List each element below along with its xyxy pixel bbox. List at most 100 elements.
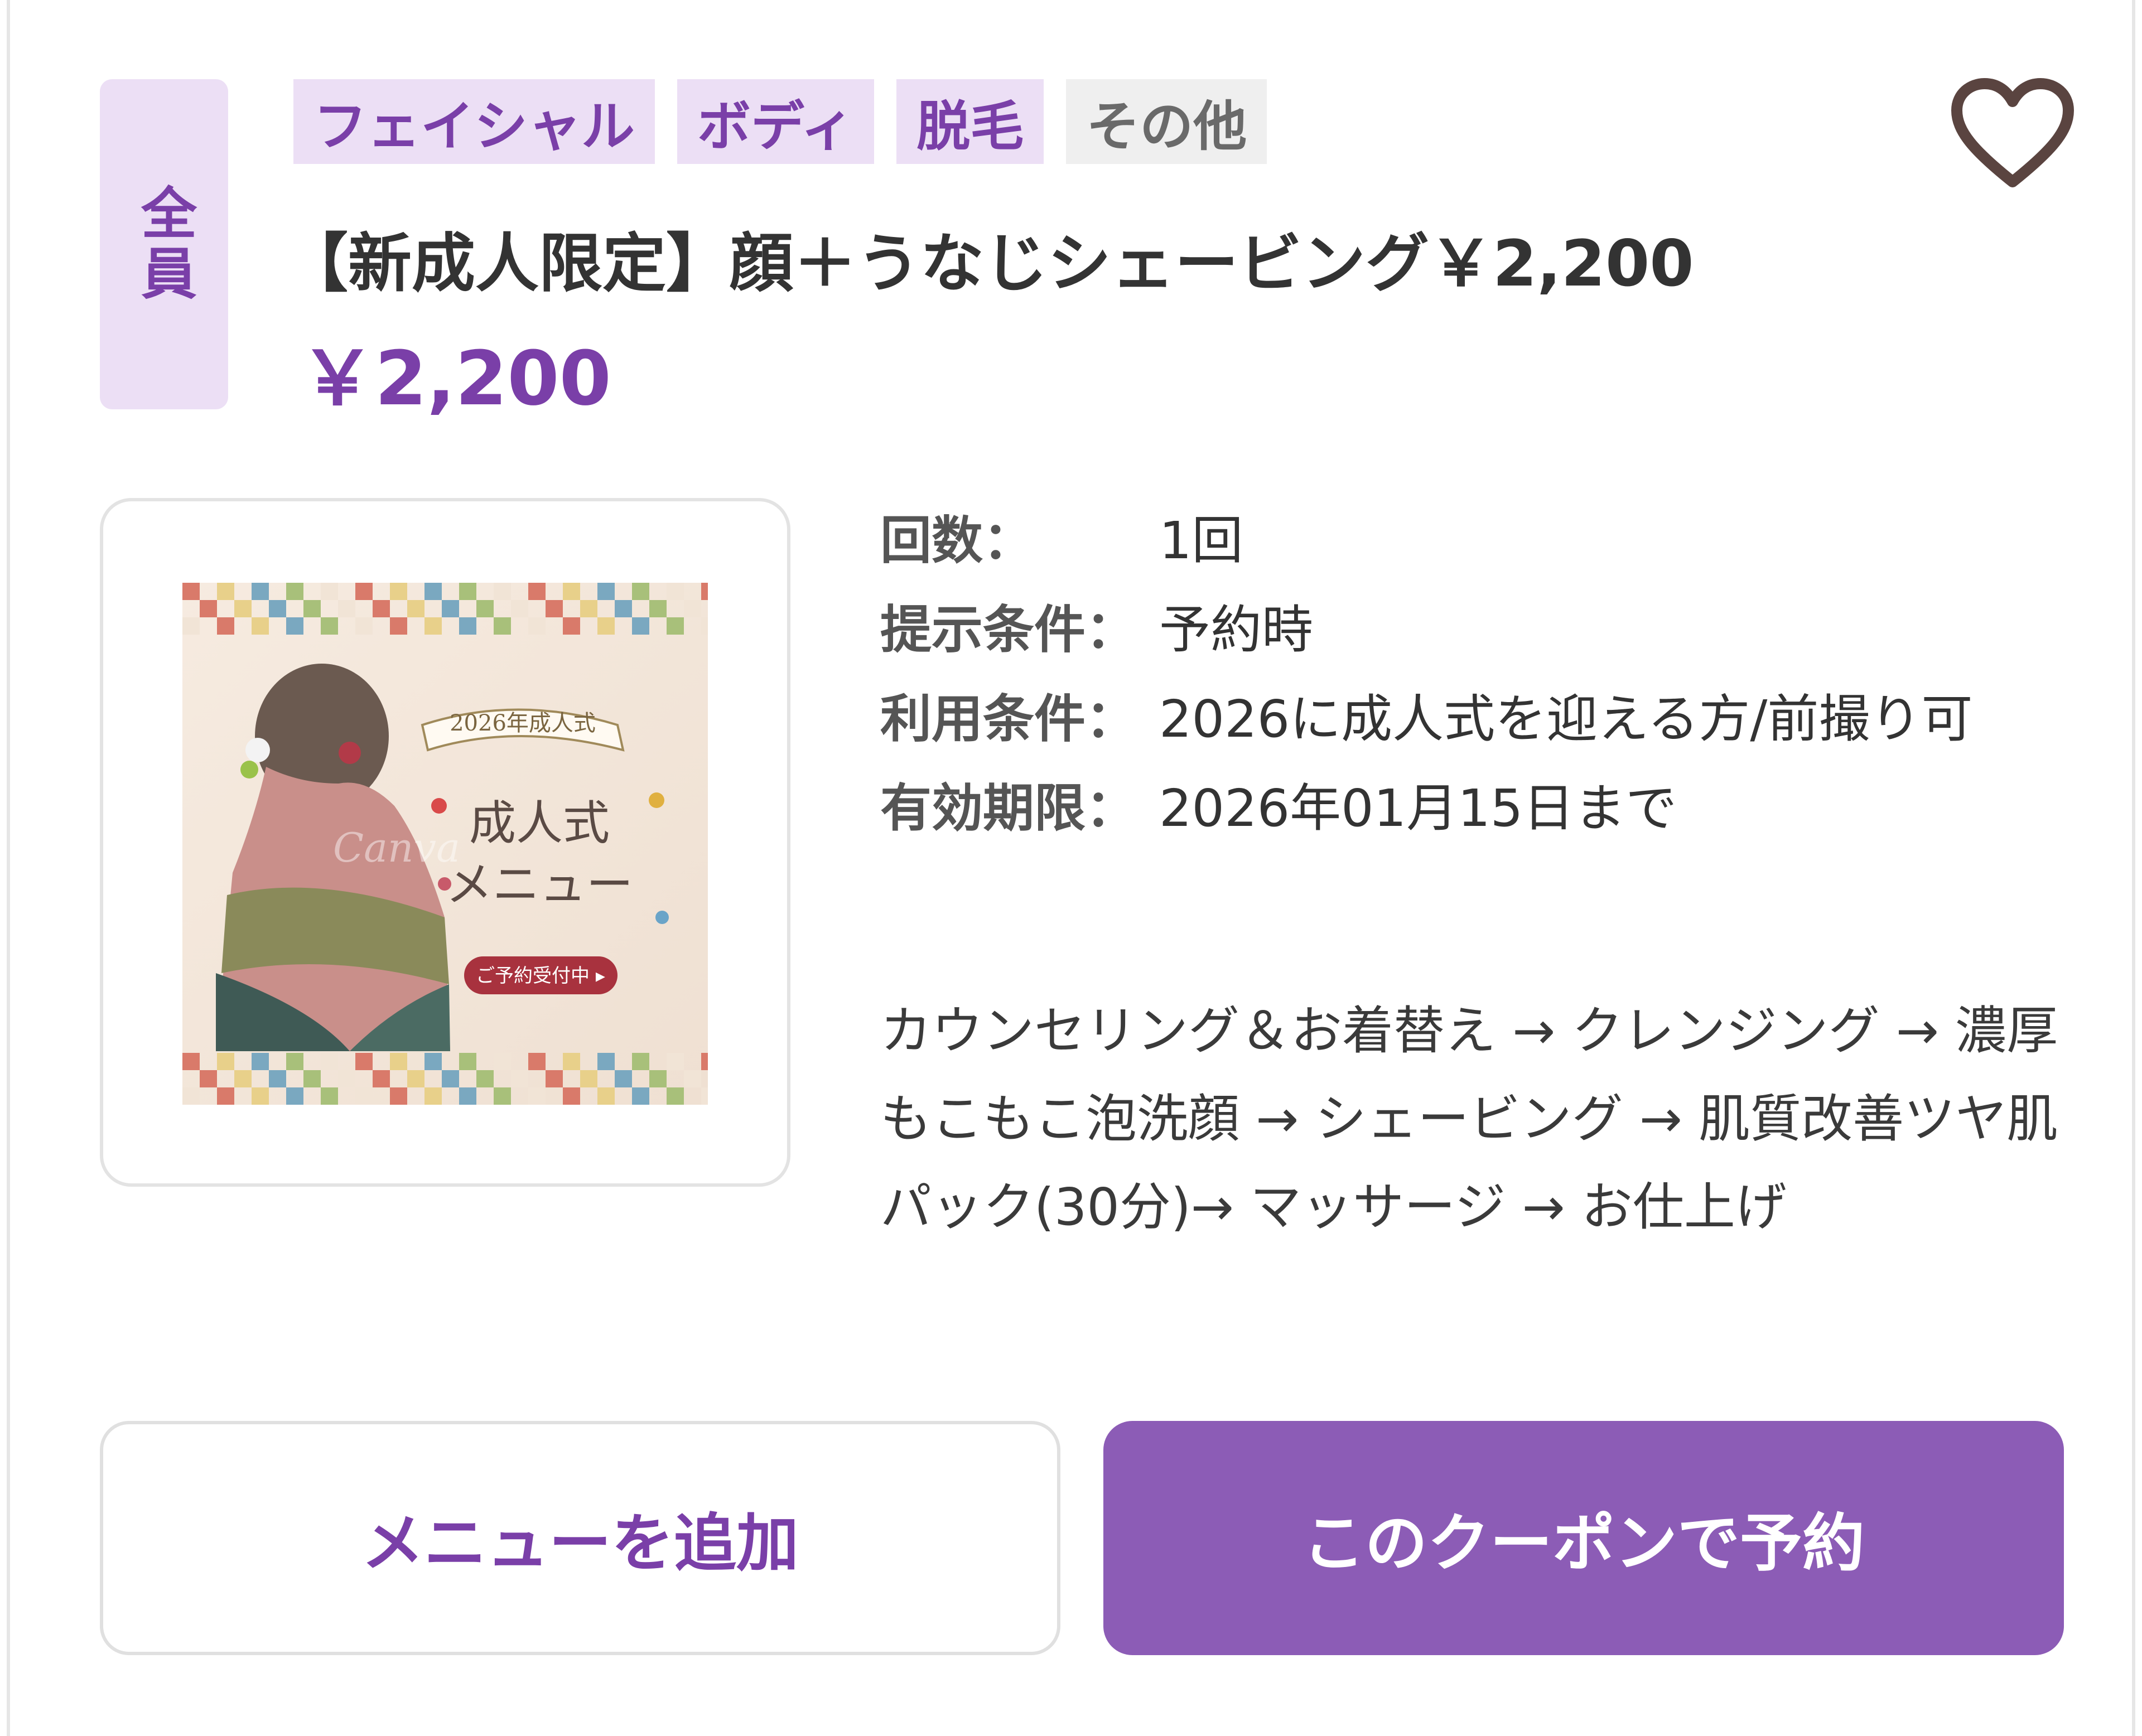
heart-outline-icon[interactable] bbox=[1951, 78, 2074, 190]
checker-square bbox=[424, 1053, 442, 1070]
checker-square bbox=[476, 1070, 494, 1087]
detail-expiry-value: 2026年01月15日まで bbox=[1159, 778, 1677, 838]
checker-square bbox=[338, 600, 355, 617]
checker-square bbox=[182, 1087, 200, 1105]
detail-expiry-label: 有効期限： bbox=[880, 778, 1137, 838]
checker-square bbox=[321, 1087, 338, 1105]
checker-square bbox=[373, 600, 390, 617]
checker-square bbox=[632, 1053, 649, 1070]
checker-square bbox=[459, 1053, 476, 1070]
checker-square bbox=[321, 1053, 338, 1070]
checker-square bbox=[424, 617, 442, 635]
checker-square bbox=[476, 600, 494, 617]
detail-presentation-value: 予約時 bbox=[1159, 600, 1314, 660]
checker-square bbox=[217, 1053, 234, 1070]
checker-square bbox=[321, 583, 338, 600]
checker-square bbox=[269, 1070, 286, 1087]
checker-square bbox=[407, 1070, 424, 1087]
image-cta-text: ご予約受付中 ▸ bbox=[476, 965, 605, 987]
checker-square bbox=[563, 583, 580, 600]
checker-square bbox=[390, 617, 407, 635]
checker-square bbox=[355, 1087, 373, 1105]
checker-square bbox=[667, 1053, 684, 1070]
checker-square bbox=[563, 1087, 580, 1105]
book-with-coupon-button[interactable]: このクーポンで予約 bbox=[1103, 1421, 2064, 1655]
checker-square bbox=[252, 583, 269, 600]
checker-square bbox=[321, 617, 338, 635]
checker-square bbox=[511, 600, 528, 617]
checker-square bbox=[580, 600, 597, 617]
tag-other: その他 bbox=[1066, 79, 1267, 164]
checker-square bbox=[494, 583, 511, 600]
checker-square bbox=[459, 1087, 476, 1105]
checker-square bbox=[701, 1087, 708, 1105]
checker-square bbox=[494, 1087, 511, 1105]
checker-square bbox=[632, 617, 649, 635]
target-badge-label: 全員 bbox=[131, 184, 197, 304]
checker-square bbox=[303, 600, 321, 617]
checker-square bbox=[355, 583, 373, 600]
checker-square bbox=[217, 617, 234, 635]
checker-square bbox=[234, 1070, 252, 1087]
checker-square bbox=[546, 1070, 563, 1087]
detail-count-label: 回数： bbox=[880, 511, 1035, 570]
add-menu-button[interactable]: メニューを追加 bbox=[100, 1421, 1060, 1655]
detail-presentation-label: 提示条件： bbox=[880, 600, 1137, 660]
category-tags: フェイシャル ボディ 脱毛 その他 bbox=[293, 79, 1267, 164]
checker-square bbox=[597, 1087, 615, 1105]
checker-square bbox=[338, 1070, 355, 1087]
checker-square bbox=[563, 617, 580, 635]
coupon-card: 全員 フェイシャル ボディ 脱毛 その他 【新成人限定】顔＋うなじシェービング￥… bbox=[7, 0, 2135, 1736]
checker-square bbox=[217, 1087, 234, 1105]
checker-square bbox=[528, 617, 546, 635]
checker-square bbox=[701, 583, 708, 600]
checker-square bbox=[234, 600, 252, 617]
coupon-image-frame: 2026年成人式 成人式 メニュー ご予約受付中 ▸ Canva bbox=[100, 498, 790, 1187]
checker-square bbox=[252, 1053, 269, 1070]
checker-square bbox=[303, 1070, 321, 1087]
checker-square bbox=[632, 1087, 649, 1105]
checker-square bbox=[528, 1087, 546, 1105]
tag-facial: フェイシャル bbox=[293, 79, 655, 164]
coupon-price: ￥2,200 bbox=[300, 335, 611, 422]
checker-square bbox=[390, 1087, 407, 1105]
detail-usage-label: 利用条件： bbox=[880, 689, 1137, 749]
checker-square bbox=[442, 1070, 459, 1087]
image-heading-line1: 成人式 bbox=[469, 796, 610, 850]
checker-square bbox=[200, 1070, 217, 1087]
coupon-details: 回数： 1回 提示条件： 予約時 利用条件： 2026に成人式を迎える方/前撮り… bbox=[880, 496, 2063, 853]
ribbon-text: 2026年成人式 bbox=[450, 710, 596, 736]
checker-square bbox=[684, 1070, 701, 1087]
checker-square bbox=[390, 583, 407, 600]
canva-watermark: Canva bbox=[333, 824, 460, 871]
coupon-image: 2026年成人式 成人式 メニュー ご予約受付中 ▸ Canva bbox=[182, 583, 708, 1105]
tag-body: ボディ bbox=[677, 79, 875, 164]
checker-square bbox=[701, 617, 708, 635]
checker-square bbox=[373, 1070, 390, 1087]
checker-square bbox=[182, 583, 200, 600]
checker-square bbox=[632, 583, 649, 600]
treatment-flow-description: カウンセリング＆お着替え → クレンジング → 濃厚もこもこ泡洗顔 → シェービ… bbox=[880, 1001, 2058, 1237]
checker-square bbox=[442, 600, 459, 617]
checker-square bbox=[355, 617, 373, 635]
checker-square bbox=[269, 600, 286, 617]
checker-square bbox=[286, 617, 303, 635]
checker-square bbox=[528, 1053, 546, 1070]
checker-square bbox=[597, 1053, 615, 1070]
checker-square bbox=[424, 1087, 442, 1105]
checker-square bbox=[615, 600, 632, 617]
checker-square bbox=[667, 1087, 684, 1105]
checker-square bbox=[286, 583, 303, 600]
checker-square bbox=[563, 1053, 580, 1070]
tag-hair-removal: 脱毛 bbox=[896, 79, 1044, 164]
checker-square bbox=[528, 583, 546, 600]
checker-square bbox=[459, 583, 476, 600]
checker-square bbox=[217, 583, 234, 600]
detail-count-value: 1回 bbox=[1159, 511, 1243, 570]
image-heading-line2: メニュー bbox=[446, 857, 633, 912]
checker-square bbox=[511, 1070, 528, 1087]
detail-presentation: 提示条件： 予約時 bbox=[880, 586, 2063, 675]
checker-square bbox=[494, 617, 511, 635]
checker-square bbox=[667, 617, 684, 635]
detail-usage-value: 2026に成人式を迎える方/前撮り可 bbox=[1159, 689, 1973, 749]
